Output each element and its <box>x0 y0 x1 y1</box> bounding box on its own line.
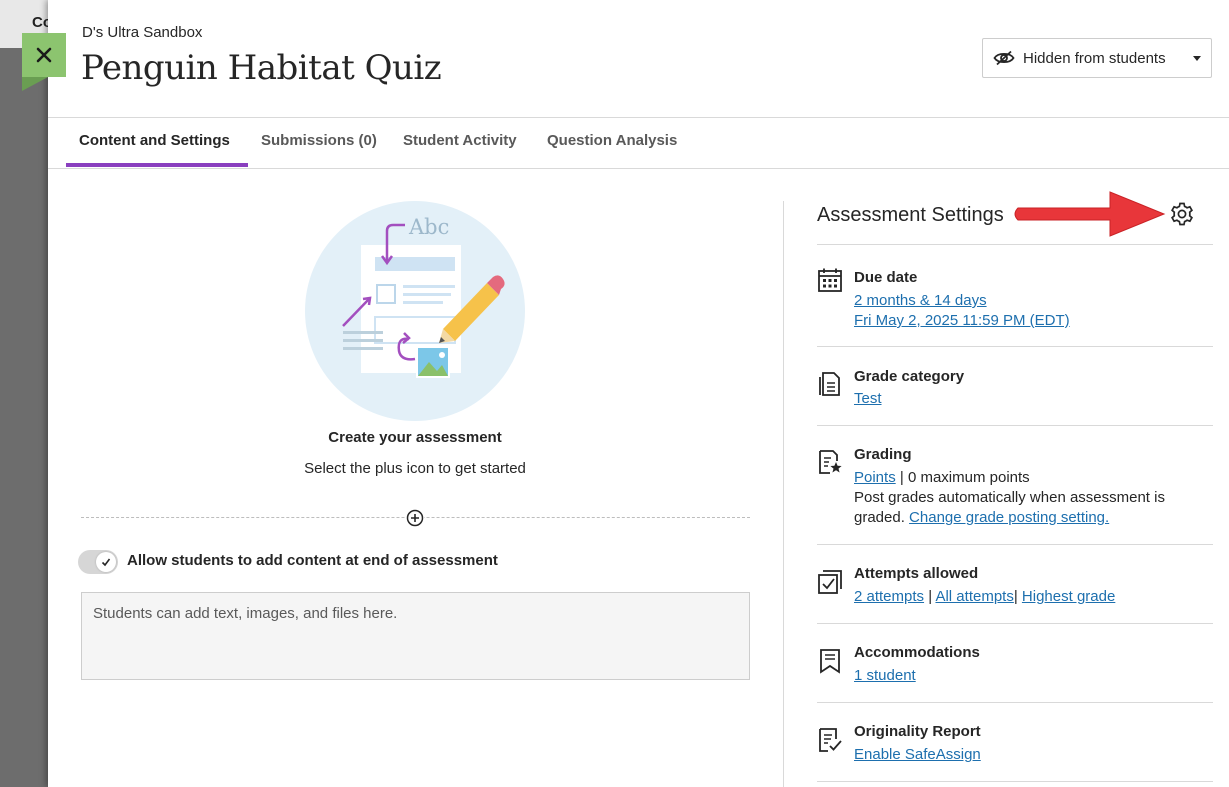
active-tab-indicator <box>66 163 248 167</box>
settings-divider <box>817 781 1213 782</box>
checkmark-icon <box>101 558 111 567</box>
settings-divider <box>817 623 1213 624</box>
student-content-area[interactable]: Students can add text, images, and files… <box>81 592 750 680</box>
add-content-button[interactable] <box>406 509 424 527</box>
illustration-text: Abc <box>408 215 449 239</box>
settings-gear-button[interactable] <box>1168 200 1196 228</box>
content-area-placeholder: Students can add text, images, and files… <box>93 605 398 622</box>
assessment-settings-title: Assessment Settings <box>817 204 1004 226</box>
originality-report-label: Originality Report <box>854 723 981 740</box>
create-assessment-title: Create your assessment <box>328 429 502 446</box>
gear-icon <box>1171 202 1193 226</box>
attempts-allowed-label: Attempts allowed <box>854 565 979 582</box>
course-name: D's Ultra Sandbox <box>82 24 203 41</box>
grading-label: Grading <box>854 446 912 463</box>
grading-points-line: Points | 0 maximum points <box>854 469 1030 486</box>
close-button-tab <box>22 77 48 91</box>
highest-grade-link[interactable]: Highest grade <box>1022 588 1115 605</box>
settings-divider <box>817 544 1213 545</box>
close-icon <box>36 47 52 63</box>
toggle-knob <box>96 552 116 572</box>
column-divider <box>783 201 784 787</box>
grade-category-link[interactable]: Test <box>854 390 882 407</box>
due-date-absolute-link[interactable]: Fri May 2, 2025 11:59 PM (EDT) <box>854 312 1070 329</box>
tab-submissions[interactable]: Submissions (0) <box>261 132 377 149</box>
tab-bar: Content and Settings Submissions (0) Stu… <box>48 117 1229 169</box>
separator: | <box>1013 588 1018 605</box>
assessment-illustration: Abc <box>305 201 525 421</box>
grading-icon <box>819 450 842 474</box>
settings-divider <box>817 244 1213 245</box>
attempts-checkbox-icon <box>818 570 842 594</box>
eye-slash-icon <box>993 50 1015 66</box>
close-button[interactable] <box>22 33 66 77</box>
separator: | <box>899 469 904 486</box>
report-check-icon <box>819 728 842 752</box>
visibility-label: Hidden from students <box>1023 49 1166 67</box>
separator: | <box>928 588 933 605</box>
page-title: Penguin Habitat Quiz <box>81 48 442 88</box>
plus-circle-icon <box>406 509 424 527</box>
tab-student-activity[interactable]: Student Activity <box>403 132 517 149</box>
bookmark-icon <box>820 649 840 674</box>
red-arrow-annotation <box>1014 191 1166 237</box>
background-overlay <box>0 0 48 787</box>
chevron-down-icon <box>1193 56 1201 61</box>
tab-question-analysis[interactable]: Question Analysis <box>547 132 677 149</box>
settings-divider <box>817 702 1213 703</box>
accommodations-link[interactable]: 1 student <box>854 667 916 684</box>
settings-divider <box>817 346 1213 347</box>
post-grades-text-2: graded. <box>854 509 905 526</box>
tab-content-and-settings[interactable]: Content and Settings <box>79 132 230 149</box>
post-grades-line-2: graded. Change grade posting setting. <box>854 509 1109 526</box>
attempts-line: 2 attempts | All attempts| Highest grade <box>854 588 1115 605</box>
max-points-text: 0 maximum points <box>907 469 1030 486</box>
due-date-relative-link[interactable]: 2 months & 14 days <box>854 292 987 309</box>
change-grade-posting-link[interactable]: Change grade posting setting. <box>909 509 1109 526</box>
accommodations-label: Accommodations <box>854 644 980 661</box>
all-attempts-link[interactable]: All attempts <box>935 588 1013 605</box>
enable-safeassign-link[interactable]: Enable SafeAssign <box>854 746 981 763</box>
allow-content-label: Allow students to add content at end of … <box>127 552 498 569</box>
allow-content-toggle[interactable] <box>78 550 118 574</box>
settings-divider <box>817 425 1213 426</box>
attempts-count-link[interactable]: 2 attempts <box>854 588 924 605</box>
grade-category-label: Grade category <box>854 368 965 385</box>
document-icon <box>819 372 840 396</box>
calendar-icon <box>818 268 842 292</box>
visibility-dropdown[interactable]: Hidden from students <box>982 38 1212 78</box>
grading-points-link[interactable]: Points <box>854 469 896 486</box>
post-grades-text: Post grades automatically when assessmen… <box>854 489 1165 506</box>
due-date-label: Due date <box>854 269 918 286</box>
create-assessment-subtitle: Select the plus icon to get started <box>304 460 526 477</box>
